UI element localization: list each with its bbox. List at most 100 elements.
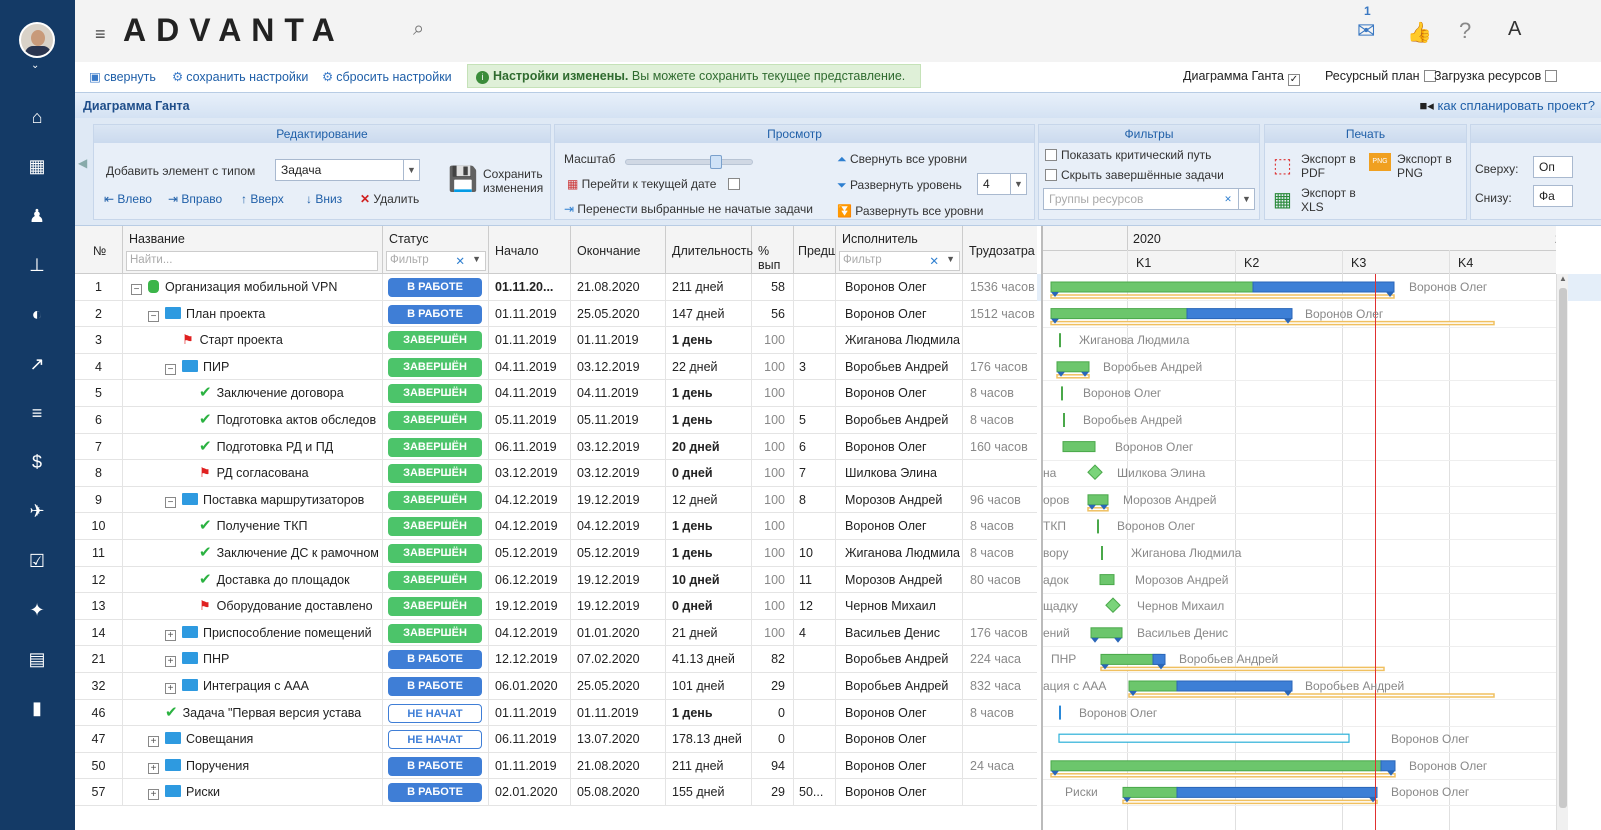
bookmark-icon[interactable]: ▮ [22,695,52,721]
task-name[interactable]: Задача "Первая версия устава [183,706,362,720]
task-name[interactable]: План проекта [186,307,265,321]
col-end[interactable]: Окончание [571,226,666,274]
col-work[interactable]: Трудозатра [963,226,1037,274]
collapse-icon[interactable]: − [131,284,142,295]
resource-groups-select[interactable]: Группы ресурсов ✕ ▼ [1043,188,1255,210]
remaining-bar[interactable] [1380,760,1396,772]
milestone-tick[interactable] [1059,333,1061,348]
task-name[interactable]: Подготовка РД и ПД [217,440,334,454]
bottom-margin-input[interactable]: Фа [1533,185,1573,207]
baseline-bar[interactable] [1050,320,1495,326]
status-badge[interactable]: ЗАВЕРШЁН [388,517,482,537]
task-name[interactable]: Получение ТКП [217,519,308,533]
resource-plan-toggle[interactable]: Ресурсный план [1325,69,1436,83]
hide-completed-toggle[interactable]: Скрыть завершённые задачи [1045,168,1224,182]
goto-today-checkbox[interactable] [728,178,741,190]
collapse-icon[interactable]: − [165,363,176,375]
expand-icon[interactable]: + [165,629,176,641]
expand-icon[interactable]: + [165,656,176,668]
progress-bar[interactable] [1062,441,1096,453]
save-settings-link[interactable]: ⚙ сохранить настройки [172,69,308,84]
expand-icon[interactable]: + [148,789,159,801]
analytics-icon[interactable]: ↗ [22,351,52,377]
gantt-checkbox[interactable]: ✓ [1287,74,1300,86]
status-badge[interactable]: В РАБОТЕ [388,278,482,297]
export-xls-button[interactable]: Экспорт в XLS [1301,186,1361,214]
collapse-link[interactable]: ▣ свернуть [89,69,156,84]
status-badge[interactable]: В РАБОТЕ [388,304,482,324]
table-row[interactable]: 2 − План проекта В РАБОТЕ 01.11.2019 25.05.20… [75,300,1037,328]
move-left-button[interactable]: ⇤ Влево [104,192,152,206]
expand-level-button[interactable]: ⏷ Развернуть уровень [837,178,962,193]
milestone-diamond[interactable] [1087,464,1103,480]
logo[interactable]: ADVANTA [123,12,345,49]
baseline-bar[interactable] [1050,773,1396,778]
table-row[interactable]: 47 + Совещания НЕ НАЧАТ 06.11.2019 13.07.2020… [75,726,1037,753]
remaining-bar[interactable] [1152,653,1166,665]
expand-all-button[interactable]: ⏬ Развернуть все уровни [837,204,983,218]
milestone-tick[interactable] [1097,519,1099,534]
expand-icon[interactable]: + [148,762,159,774]
collapse-all-button[interactable]: ⏶ Свернуть все уровни [837,152,967,167]
move-up-button[interactable]: ↑ Вверх [241,192,284,206]
sparkle-icon[interactable]: ✦ [22,597,52,623]
col-no[interactable]: № [75,226,123,274]
progress-bar[interactable] [1050,308,1188,320]
status-badge[interactable]: В РАБОТЕ [388,650,482,670]
calendar-icon[interactable]: ▦ [22,153,52,179]
remaining-bar[interactable] [1252,281,1395,293]
collapse-icon[interactable]: − [148,310,159,322]
progress-bar[interactable] [1087,494,1109,506]
task-name[interactable]: Подготовка актов обследов [217,413,377,427]
thumbs-up-icon[interactable]: 👍 [1407,20,1432,45]
col-name[interactable]: Название Найти... [123,226,383,274]
progress-bar[interactable] [1100,653,1162,665]
scrollbar-thumb[interactable] [1559,288,1567,808]
task-name[interactable]: Заключение ДС к рамочном [217,546,379,560]
status-badge[interactable]: ЗАВЕРШЁН [388,384,482,404]
planned-bar[interactable] [1058,733,1350,743]
table-row[interactable]: 46 ✔ Задача "Первая версия устава НЕ НАЧАТ 0… [75,699,1037,727]
clear-icon[interactable]: ✕ [1220,189,1236,209]
table-row[interactable]: 8 ⚑ РД согласована ЗАВЕРШЁН 03.12.2019 03.12.… [75,460,1037,487]
table-row[interactable]: 1− Организация мобильной VPN В РАБОТЕ 01.11… [75,274,1037,301]
milestone-diamond[interactable] [1105,597,1121,613]
gantt-view-toggle[interactable]: Диаграмма Ганта ✓ [1183,69,1300,86]
table-row[interactable]: 11 ✔ Заключение ДС к рамочном ЗАВЕРШЁН 05.12… [75,540,1037,567]
move-down-button[interactable]: ↓ Вниз [306,192,342,206]
baseline-bar[interactable] [1050,294,1395,299]
goto-today-button[interactable]: ▦ Перейти к текущей дате [567,177,741,191]
export-png-button[interactable]: Экспорт в PNG [1397,152,1453,180]
task-name[interactable]: РД согласована [217,466,309,480]
status-badge[interactable]: В РАБОТЕ [388,756,482,776]
critical-path-toggle[interactable]: Показать критический путь [1045,148,1211,162]
task-name[interactable]: Доставка до площадок [217,573,350,587]
remaining-bar[interactable] [1186,308,1293,320]
baseline-bar[interactable] [1122,799,1378,805]
milestone-tick[interactable] [1063,413,1065,427]
task-name[interactable]: Совещания [186,732,253,746]
chevron-down-icon[interactable]: ⌄ [31,60,39,71]
clear-icon[interactable]: ✕ [455,254,465,268]
help-icon[interactable]: ? [1459,18,1471,44]
chevron-down-icon[interactable]: ▼ [946,254,955,264]
gantt-icon[interactable]: ≡ [22,400,52,426]
col-status[interactable]: Статус Фильтр ✕ ▼ [383,226,489,274]
status-badge[interactable]: НЕ НАЧАТ [388,730,482,750]
name-search-input[interactable]: Найти... [126,251,378,271]
status-badge[interactable]: ЗАВЕРШЁН [388,464,482,484]
table-row[interactable]: 12 ✔ Доставка до площадок ЗАВЕРШЁН 06.12.201… [75,566,1037,594]
remaining-bar[interactable] [1176,786,1378,798]
progress-bar[interactable] [1128,680,1178,692]
status-badge[interactable]: ЗАВЕРШЁН [388,597,482,617]
resource-load-checkbox[interactable] [1545,70,1558,82]
table-row[interactable]: 32 + Интеграция с ААА В РАБОТЕ 06.01.2020 25.… [75,673,1037,700]
task-name[interactable]: Оборудование доставлено [217,599,373,613]
table-row[interactable]: 14 + Приспособление помещений ЗАВЕРШЁН 04.12… [75,619,1037,647]
status-badge[interactable]: ЗАВЕРШЁН [388,623,482,643]
table-row[interactable]: 3 ⚑ Старт проекта ЗАВЕРШЁН 01.11.2019 01.11.2… [75,327,1037,354]
menu-icon[interactable]: ≡ [95,24,106,45]
task-name[interactable]: Приспособление помещений [203,626,372,640]
run-icon[interactable]: ✈ [22,498,52,524]
checklist-icon[interactable]: ☑ [22,548,52,574]
